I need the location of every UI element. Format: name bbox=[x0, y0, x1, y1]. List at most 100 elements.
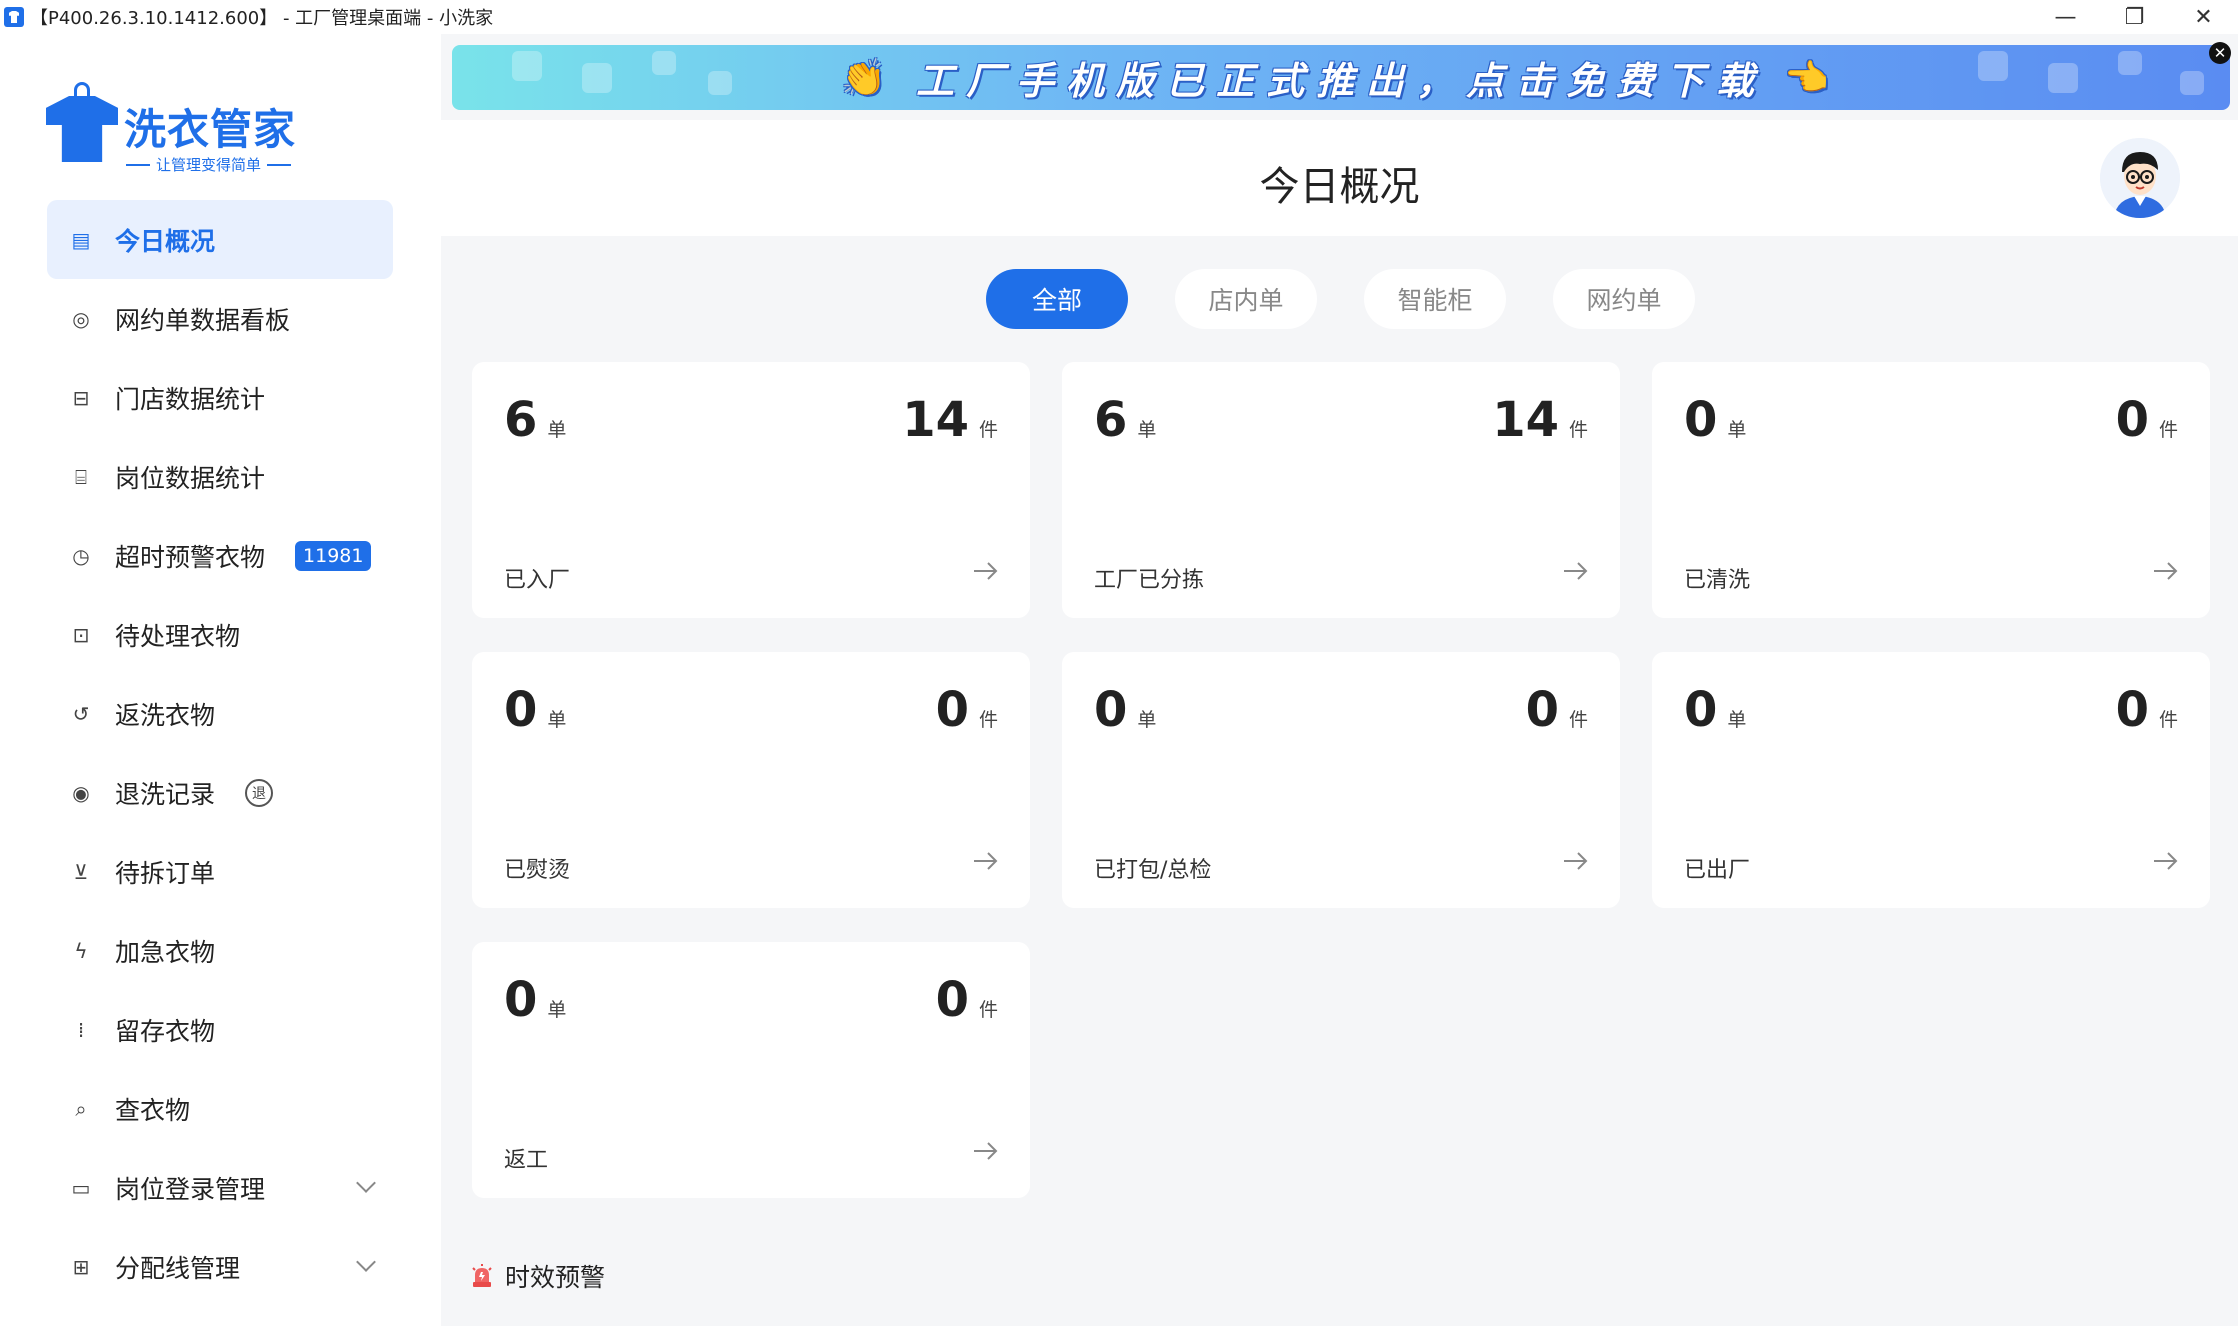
restore-button[interactable]: ❐ bbox=[2100, 0, 2169, 34]
sidebar-item-label: 岗位数据统计 bbox=[115, 463, 266, 493]
sidebar-item-5[interactable]: ⊡ 待处理衣物 bbox=[47, 595, 393, 674]
arrow-right-icon[interactable] bbox=[1562, 558, 1588, 584]
sidebar-item-10[interactable]: ⁞ 留存衣物 bbox=[47, 990, 393, 1069]
sidebar-item-label: 待处理衣物 bbox=[115, 621, 241, 651]
order-count-value: 0 bbox=[504, 682, 538, 738]
download-banner[interactable]: 👏 工厂手机版已正式推出，点击免费下载 👈 bbox=[452, 45, 2230, 110]
close-button[interactable]: ✕ bbox=[2169, 0, 2238, 34]
sidebar-item-1[interactable]: ◎ 网约单数据看板 bbox=[47, 279, 393, 358]
item-count-value: 0 bbox=[2115, 682, 2149, 738]
sidebar-item-13[interactable]: ⊞ 分配线管理 bbox=[47, 1227, 393, 1306]
status-card[interactable]: 0 单 0 件已出厂 bbox=[1652, 652, 2210, 908]
card-label: 已入厂 bbox=[504, 568, 571, 593]
sidebar-item-0[interactable]: ▤ 今日概况 bbox=[47, 200, 393, 279]
refund-icon: ◉ bbox=[72, 780, 90, 805]
order-count: 0单 bbox=[1684, 682, 1746, 738]
tab-2[interactable]: 智能柜 bbox=[1364, 269, 1506, 329]
status-card[interactable]: 6 单 14 件已入厂 bbox=[472, 362, 1030, 618]
order-unit: 单 bbox=[1727, 419, 1747, 441]
sidebar-item-12[interactable]: ▭ 岗位登录管理 bbox=[47, 1148, 393, 1227]
logo: 洗衣管家 让管理变得简单 bbox=[46, 82, 306, 192]
card-label: 已熨烫 bbox=[504, 858, 571, 883]
page-header: 今日概况 bbox=[441, 120, 2238, 236]
item-unit: 件 bbox=[978, 709, 998, 731]
arrow-right-icon[interactable] bbox=[2152, 558, 2178, 584]
minimize-button[interactable]: — bbox=[2031, 0, 2100, 34]
order-unit: 单 bbox=[1137, 709, 1157, 731]
sidebar-item-3[interactable]: ⌸ 岗位数据统计 bbox=[47, 437, 393, 516]
arrow-right-icon[interactable] bbox=[972, 848, 998, 874]
window-controls: — ❐ ✕ bbox=[2031, 0, 2238, 34]
order-unit: 单 bbox=[547, 419, 567, 441]
tab-0[interactable]: 全部 bbox=[986, 269, 1128, 329]
clap-icon: 👏 bbox=[841, 57, 898, 99]
avatar[interactable] bbox=[2100, 138, 2180, 218]
item-count: 14 件 bbox=[902, 392, 998, 448]
clock-icon: ◷ bbox=[72, 543, 90, 568]
card-label: 工厂已分拣 bbox=[1094, 568, 1205, 593]
filter-tabs: 全部 店内单 智能柜 网约单 bbox=[986, 269, 1695, 329]
item-count: 0件 bbox=[936, 682, 998, 738]
sidebar-item-label: 待拆订单 bbox=[115, 858, 216, 888]
order-unit: 单 bbox=[547, 709, 567, 731]
status-card[interactable]: 0 单 0 件返工 bbox=[472, 942, 1030, 1198]
status-card[interactable]: 0 单 0 件已清洗 bbox=[1652, 362, 2210, 618]
arrow-right-icon[interactable] bbox=[972, 558, 998, 584]
sidebar-item-9[interactable]: ϟ 加急衣物 bbox=[47, 911, 393, 990]
banner-content: 👏 工厂手机版已正式推出，点击免费下载 👈 bbox=[841, 50, 1841, 105]
order-count: 0单 bbox=[1094, 682, 1156, 738]
order-count-value: 0 bbox=[1684, 682, 1718, 738]
item-count: 0件 bbox=[2116, 392, 2178, 448]
sidebar-item-6[interactable]: ↺ 返洗衣物 bbox=[47, 674, 393, 753]
sidebar-item-2[interactable]: ⊟ 门店数据统计 bbox=[47, 358, 393, 437]
banner-close-button[interactable]: ✕ bbox=[2209, 42, 2231, 64]
count-badge: 11981 bbox=[295, 540, 372, 571]
pending-icon: ⊡ bbox=[72, 622, 90, 647]
order-count-value: 0 bbox=[1684, 392, 1718, 448]
card-label: 返工 bbox=[504, 1148, 549, 1173]
sidebar-item-label: 留存衣物 bbox=[115, 1016, 216, 1046]
sidebar-item-label: 退洗记录 bbox=[115, 779, 216, 809]
alarm-icon bbox=[472, 1264, 492, 1287]
brand-name: 洗衣管家 bbox=[124, 105, 297, 154]
tab-1[interactable]: 店内单 bbox=[1175, 269, 1317, 329]
arrow-right-icon[interactable] bbox=[2152, 848, 2178, 874]
order-count-value: 0 bbox=[504, 972, 538, 1028]
item-count-value: 0 bbox=[935, 972, 969, 1028]
sidebar-item-label: 加急衣物 bbox=[115, 937, 216, 967]
item-unit: 件 bbox=[1568, 419, 1588, 441]
tab-3[interactable]: 网约单 bbox=[1553, 269, 1695, 329]
item-count-value: 14 bbox=[902, 392, 969, 448]
order-count: 0单 bbox=[1684, 392, 1746, 448]
sidebar-item-8[interactable]: ⊻ 待拆订单 bbox=[47, 832, 393, 911]
sidebar-item-7[interactable]: ◉ 退洗记录退 bbox=[47, 753, 393, 832]
arrow-right-icon[interactable] bbox=[1562, 848, 1588, 874]
chevron-down-icon[interactable] bbox=[356, 1252, 376, 1272]
split-icon: ⊻ bbox=[73, 859, 89, 884]
sidebar: 洗衣管家 让管理变得简单 ▤ 今日概况 ◎ 网约单数据看板 ⊟ 门店数据统计 ⌸ 岗位数据统计… bbox=[0, 34, 441, 1326]
status-card[interactable]: 0 单 0 件已熨烫 bbox=[472, 652, 1030, 908]
search-icon: ⌕ bbox=[75, 1096, 87, 1121]
storage-icon: ⁞ bbox=[77, 1017, 85, 1042]
sidebar-item-11[interactable]: ⌕ 查衣物 bbox=[47, 1069, 393, 1148]
timeliness-warning[interactable]: 时效预警 bbox=[471, 1258, 605, 1294]
order-count: 6单 bbox=[504, 392, 566, 448]
chevron-down-icon[interactable] bbox=[356, 1173, 376, 1193]
order-unit: 单 bbox=[1727, 709, 1747, 731]
warning-label: 时效预警 bbox=[505, 1263, 606, 1292]
item-unit: 件 bbox=[1568, 709, 1588, 731]
status-card[interactable]: 0 单 0 件已打包/总检 bbox=[1062, 652, 1620, 908]
sidebar-item-label: 岗位登录管理 bbox=[115, 1174, 266, 1204]
arrow-right-icon[interactable] bbox=[972, 1138, 998, 1164]
sidebar-item-4[interactable]: ◷ 超时预警衣物 11981 bbox=[47, 516, 393, 595]
lightning-icon: ϟ bbox=[74, 938, 88, 963]
page-title: 今日概况 bbox=[1259, 164, 1420, 210]
calendar-icon: ▤ bbox=[71, 227, 91, 252]
status-card[interactable]: 6 单 14 件工厂已分拣 bbox=[1062, 362, 1620, 618]
item-unit: 件 bbox=[978, 999, 998, 1021]
order-unit: 单 bbox=[547, 999, 567, 1021]
hanger-icon bbox=[74, 82, 90, 98]
tree-icon: ⊞ bbox=[72, 1254, 90, 1279]
card-label: 已出厂 bbox=[1684, 858, 1751, 883]
item-count: 0件 bbox=[1526, 682, 1588, 738]
